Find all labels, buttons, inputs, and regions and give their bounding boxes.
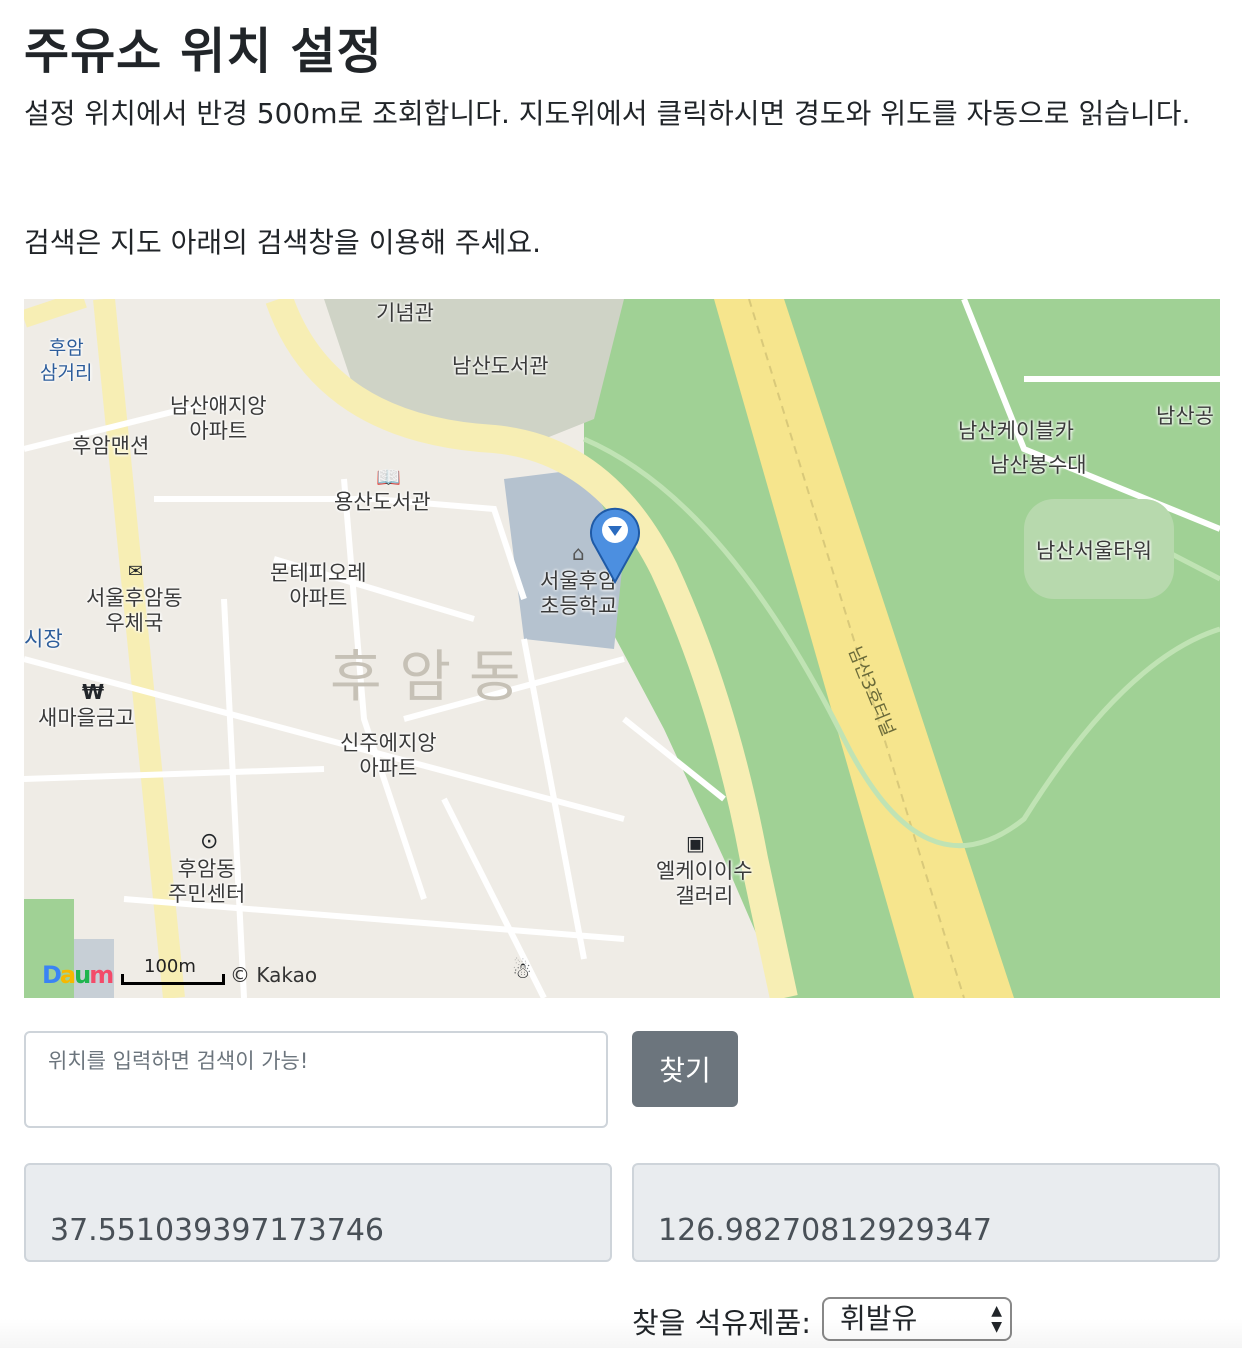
map-label-yongsan-library: 용산도서관 xyxy=(334,490,431,514)
map-copyright: © Kakao xyxy=(230,963,318,987)
latitude-field[interactable]: 37.551039397173746 xyxy=(24,1163,612,1262)
search-hint-text: 검색은 지도 아래의 검색창을 이용해 주세요. xyxy=(24,226,542,259)
gallery-icon: ▣ xyxy=(686,831,705,855)
product-label: 찾을 석유제품: xyxy=(632,1306,812,1340)
map-label-namsan-park: 남산공 xyxy=(1156,404,1214,428)
map-label-cablecar: 남산케이블카 xyxy=(958,419,1074,443)
target-icon: ⊙ xyxy=(200,829,219,854)
longitude-field[interactable]: 126.98270812929347 xyxy=(632,1163,1220,1262)
map-scale-bar xyxy=(121,974,225,985)
map-label-namsan-library: 남산도서관 xyxy=(452,354,549,378)
person-icon: ☃ xyxy=(512,959,532,984)
school-icon: ⌂ xyxy=(572,541,585,565)
map-label-gallery: 엘케이이수 갤러리 xyxy=(656,859,753,908)
post-icon: ✉ xyxy=(128,561,144,582)
product-select-value: 휘발유 xyxy=(840,1302,918,1335)
bottom-shade xyxy=(0,1318,1242,1348)
map-label-saemaeul-bank: 새마을금고 xyxy=(38,706,135,730)
search-input[interactable] xyxy=(24,1031,608,1128)
map-label-huam-dong: 후암동 xyxy=(330,645,539,710)
marker-icon[interactable] xyxy=(587,504,643,584)
map-view[interactable]: 기념관 남산도서관 후암 삼거리 남산애지앙 아파트 후암맨션 📖 용산도서관 … xyxy=(24,299,1220,998)
page-title: 주유소 위치 설정 xyxy=(24,23,383,80)
map-label-community-center: 후암동 주민센터 xyxy=(168,857,246,906)
map-label-montepio-apt: 몬테피오레 아파트 xyxy=(270,561,367,610)
select-arrows-icon: ▲ ▼ xyxy=(991,1303,1002,1335)
map-label-bongsudae: 남산봉수대 xyxy=(990,453,1087,477)
product-select[interactable]: 휘발유 ▲ ▼ xyxy=(822,1297,1012,1341)
map-label-market: 시장 xyxy=(24,627,63,651)
map-label-huam-junction: 후암 삼거리 xyxy=(40,337,93,384)
map-label-seoul-tower: 남산서울타워 xyxy=(1036,539,1152,563)
map-label-huam-mansion: 후암맨션 xyxy=(72,434,150,458)
find-button[interactable]: 찾기 xyxy=(632,1031,738,1107)
map-label-post-office: 서울후암동 우체국 xyxy=(86,586,183,635)
book-icon: 📖 xyxy=(376,465,401,489)
bank-icon: ₩ xyxy=(82,680,105,704)
map-label-namsan-apt: 남산애지앙 아파트 xyxy=(170,394,267,443)
map-label-sinju-apt: 신주에지앙 아파트 xyxy=(340,731,437,780)
description-text: 설정 위치에서 반경 500m로 조회합니다. 지도위에서 클릭하시면 경도와 … xyxy=(24,97,1191,130)
map-label-memorial: 기념관 xyxy=(376,301,434,325)
daum-logo: Daum xyxy=(42,961,114,989)
